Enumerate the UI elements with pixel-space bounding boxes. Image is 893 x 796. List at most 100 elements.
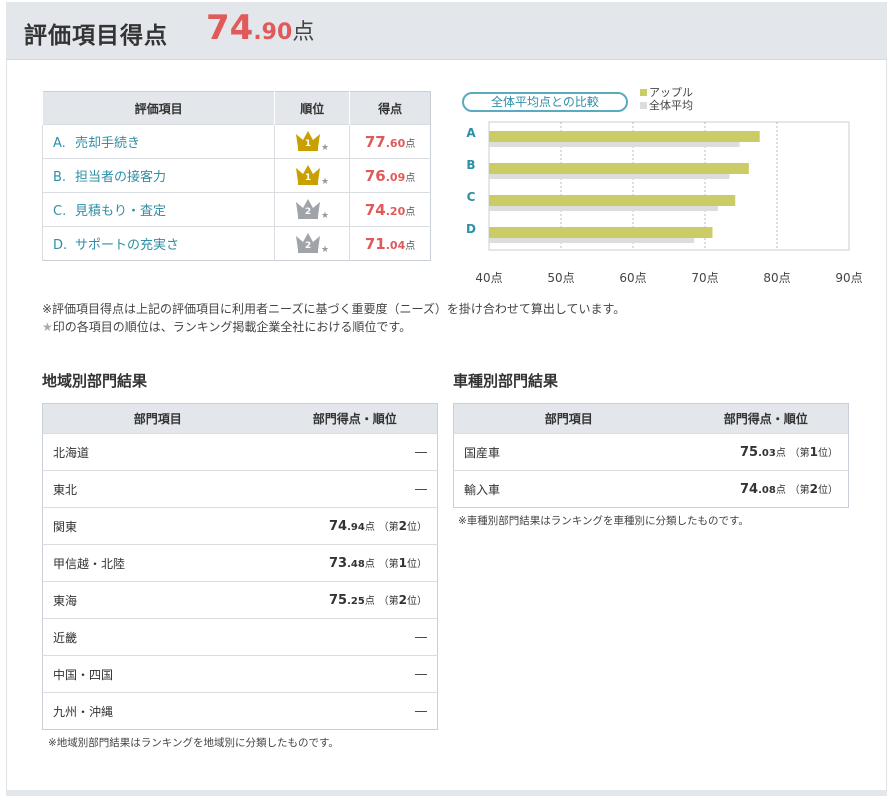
eval-row: B. 担当者の接客力 1 ★ 76.09点 <box>41 158 431 193</box>
x-tick-label: 60点 <box>619 271 646 285</box>
region-table: 部門項目 部門得点・順位 北海道 ― 東北 ― 関東 74.94点 （第2位） 甲信越・北陸… <box>42 403 438 730</box>
eval-rank: 2 ★ <box>274 192 350 227</box>
category-label: B <box>466 158 475 172</box>
x-tick-label: 90点 <box>835 271 862 285</box>
total-score: 74.90点 <box>206 8 315 48</box>
col-header-dept: 部門項目 <box>42 403 273 434</box>
dept-name: 近畿 <box>42 618 273 656</box>
eval-item[interactable]: C. 見積もり・査定 <box>41 192 275 227</box>
comparison-bar-chart: 40点 50点 60点 70点 80点 90点 A B C D <box>466 121 863 285</box>
dept-name: 九州・沖縄 <box>42 692 273 730</box>
dept-score: 74.94点 （第2位） <box>272 507 438 545</box>
category-label: A <box>466 126 476 140</box>
star-icon: ★ <box>321 143 329 152</box>
star-icon: ★ <box>42 320 53 334</box>
eval-item[interactable]: A. 売却手続き <box>41 124 275 159</box>
star-icon: ★ <box>321 245 329 254</box>
vehicle-section-title: 車種別部門結果 <box>453 372 559 390</box>
bar-apple-B <box>489 163 749 174</box>
bar-average-A <box>489 142 740 147</box>
score-header: 評価項目得点 74.90点 <box>6 2 887 60</box>
rank-number: 2 <box>305 241 311 251</box>
eval-score: 71.04点 <box>349 226 431 261</box>
rank-number: 1 <box>305 139 311 149</box>
eval-score: 74.20点 <box>349 192 431 227</box>
eval-score: 77.60点 <box>349 124 431 159</box>
bar-average-D <box>489 238 695 243</box>
dept-rank: （第1位） <box>378 556 427 570</box>
x-tick-label: 40点 <box>475 271 502 285</box>
silver-crown-icon: 2 ★ <box>296 233 329 255</box>
eval-rank: 1 ★ <box>274 158 350 193</box>
bar-average-B <box>489 174 730 179</box>
x-tick-label: 80点 <box>763 271 790 285</box>
gold-crown-icon: 1 ★ <box>296 131 329 153</box>
dept-score: 75.03点 （第1位） <box>683 433 849 471</box>
col-header-dept: 部門項目 <box>453 403 684 434</box>
dept-score: ― <box>272 692 438 730</box>
eval-score: 76.09点 <box>349 158 431 193</box>
eval-item[interactable]: B. 担当者の接客力 <box>41 158 275 193</box>
dept-rank: （第2位） <box>789 482 838 496</box>
dept-score: ― <box>272 433 438 471</box>
star-icon: ★ <box>321 177 329 186</box>
dept-score: 75.25点 （第2位） <box>272 581 438 619</box>
bar-apple-D <box>489 227 713 238</box>
dept-name: 国産車 <box>453 433 684 471</box>
eval-row: A. 売却手続き 1 ★ 77.60点 <box>41 124 431 159</box>
vehicle-footnote: ※車種別部門結果はランキングを車種別に分類したものです。 <box>458 515 749 527</box>
dept-row: 東北 ― <box>42 470 438 508</box>
dept-row: 輸入車 74.08点 （第2位） <box>453 470 849 508</box>
legend-swatch <box>640 89 647 96</box>
bar-average-C <box>489 206 718 211</box>
eval-row: D. サポートの充実さ 2 ★ 71.04点 <box>41 226 431 261</box>
dept-row: 関東 74.94点 （第2位） <box>42 507 438 545</box>
region-section-title: 地域別部門結果 <box>42 372 148 390</box>
evaluation-table: 評価項目 順位 得点 A. 売却手続き 1 ★ 77.60点 B. 担当者の接客力 1 ★ 76.… <box>41 91 431 261</box>
chart-legend: アップル 全体平均 <box>640 86 693 112</box>
dept-name: 東北 <box>42 470 273 508</box>
dept-score: 74.08点 （第2位） <box>683 470 849 508</box>
dept-row: 九州・沖縄 ― <box>42 692 438 730</box>
dept-rank: （第2位） <box>378 519 427 533</box>
dept-name: 東海 <box>42 581 273 619</box>
dept-score: ― <box>272 470 438 508</box>
dept-row: 北海道 ― <box>42 433 438 471</box>
notes: ※評価項目得点は上記の評価項目に利用者ニーズに基づく重要度（ニーズ）を掛け合わせ… <box>42 300 625 336</box>
compare-average-button[interactable]: 全体平均点との比較 <box>462 92 628 112</box>
vehicle-table: 部門項目 部門得点・順位 国産車 75.03点 （第1位） 輸入車 74.08点 （第… <box>453 403 849 508</box>
col-header-rank: 順位 <box>274 91 350 125</box>
bar-apple-A <box>489 131 760 142</box>
bottom-bar <box>6 790 887 796</box>
dept-score: 73.48点 （第1位） <box>272 544 438 582</box>
region-footnote: ※地域別部門結果はランキングを地域別に分類したものです。 <box>48 737 339 749</box>
eval-item[interactable]: D. サポートの充実さ <box>41 226 275 261</box>
rank-number: 1 <box>305 173 311 183</box>
legend-swatch <box>640 102 647 109</box>
dept-row: 近畿 ― <box>42 618 438 656</box>
note-line-1: ※評価項目得点は上記の評価項目に利用者ニーズに基づく重要度（ニーズ）を掛け合わせ… <box>42 302 626 316</box>
note-line-2: ★印の各項目の順位は、ランキング掲載企業全社における順位です。 <box>42 320 412 334</box>
legend-item-apple: アップル <box>640 86 693 99</box>
dept-rank: （第2位） <box>378 593 427 607</box>
x-tick-label: 50点 <box>547 271 574 285</box>
dept-name: 北海道 <box>42 433 273 471</box>
rank-number: 2 <box>305 207 311 217</box>
col-header-dept-score: 部門得点・順位 <box>683 403 849 434</box>
eval-rank: 1 ★ <box>274 124 350 159</box>
dept-name: 中国・四国 <box>42 655 273 693</box>
dept-score: ― <box>272 618 438 656</box>
col-header-item: 評価項目 <box>41 91 275 125</box>
dept-name: 甲信越・北陸 <box>42 544 273 582</box>
dept-name: 輸入車 <box>453 470 684 508</box>
dept-row: 国産車 75.03点 （第1位） <box>453 433 849 471</box>
dept-row: 東海 75.25点 （第2位） <box>42 581 438 619</box>
gold-crown-icon: 1 ★ <box>296 165 329 187</box>
dept-row: 中国・四国 ― <box>42 655 438 693</box>
star-icon: ★ <box>321 211 329 220</box>
category-label: D <box>466 222 476 236</box>
eval-rank: 2 ★ <box>274 226 350 261</box>
col-header-dept-score: 部門得点・順位 <box>272 403 438 434</box>
x-tick-label: 70点 <box>691 271 718 285</box>
dept-row: 甲信越・北陸 73.48点 （第1位） <box>42 544 438 582</box>
